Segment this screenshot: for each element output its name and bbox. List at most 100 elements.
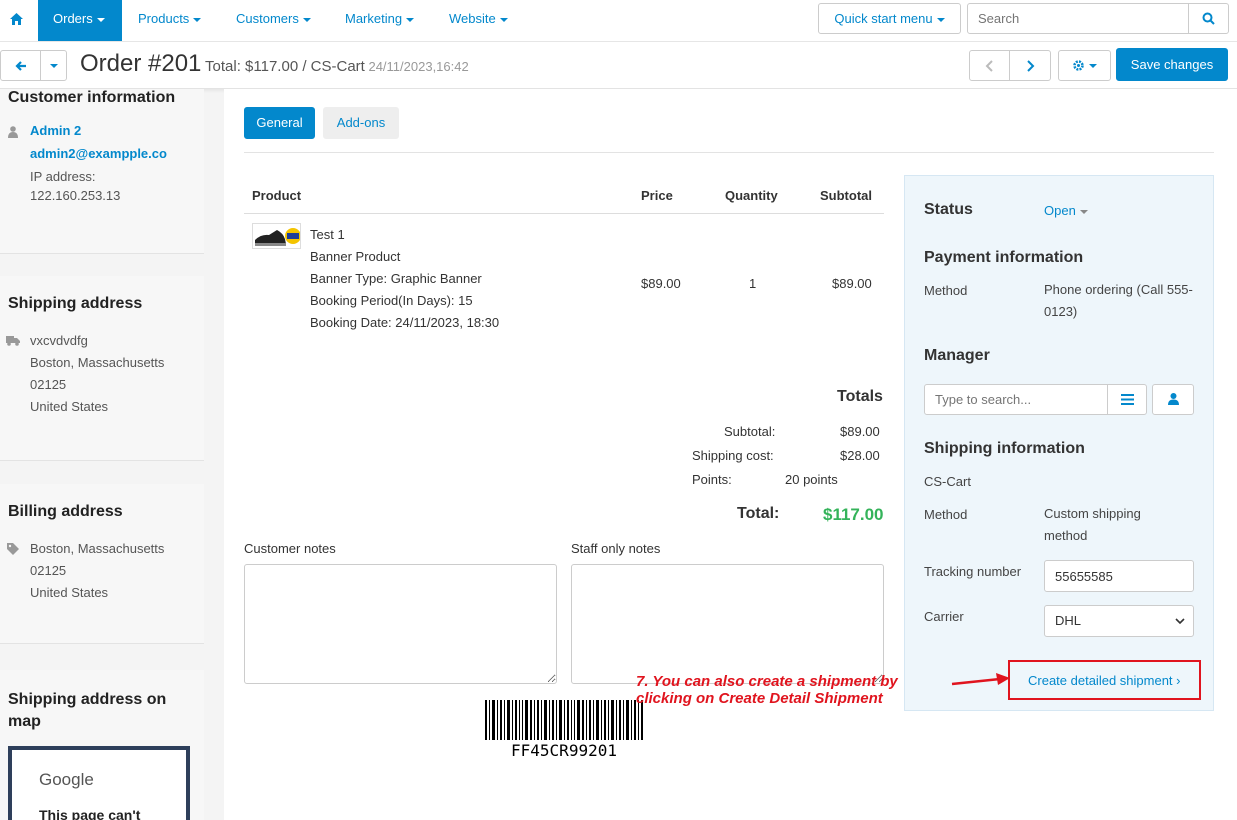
product-subtotal: $89.00 (832, 276, 872, 291)
search-button[interactable] (1188, 3, 1229, 34)
google-logo-text: Google (39, 770, 94, 789)
user-icon (8, 126, 18, 138)
manager-title: Manager (924, 347, 990, 364)
product-price: $89.00 (641, 276, 681, 291)
tracking-number-label: Tracking number (924, 564, 1022, 579)
customer-info-title: Customer information (8, 89, 176, 106)
barcode-icon (485, 700, 643, 740)
product-detail-2: Banner Type: Graphic Banner (310, 271, 482, 286)
search-input[interactable] (967, 3, 1189, 34)
nav-marketing[interactable]: Marketing (345, 0, 415, 41)
product-detail-3: Booking Period(In Days): 15 (310, 293, 473, 308)
nav-customers-label: Customers (236, 11, 299, 26)
map-frame[interactable]: Google This page can't (8, 746, 190, 820)
th-subtotal: Subtotal (820, 188, 872, 203)
points-label: Points: (692, 472, 732, 487)
list-icon (1120, 394, 1134, 405)
shipping-company: CS-Cart (924, 474, 971, 489)
nav-products-label: Products (138, 11, 190, 26)
billing-line1: Boston, Massachusetts (30, 541, 165, 556)
table-header-divider (244, 213, 884, 214)
save-changes-label: Save changes (1130, 57, 1214, 72)
tag-icon (7, 543, 19, 555)
settings-button[interactable] (1058, 50, 1111, 81)
nav-products[interactable]: Products (138, 0, 202, 41)
shoe-image-icon (253, 224, 300, 248)
carrier-select[interactable]: DHL (1044, 605, 1194, 637)
staff-notes-textarea[interactable] (571, 564, 884, 684)
arrow-left-icon (14, 61, 26, 71)
manager-list-button[interactable] (1107, 384, 1147, 415)
status-dropdown[interactable]: Open (1044, 203, 1088, 218)
total-label: Total: (737, 505, 780, 522)
customer-info-card: Customer information Admin 2 admin2@exam… (0, 89, 204, 254)
tab-addons[interactable]: Add-ons (323, 107, 399, 139)
th-quantity: Quantity (725, 188, 778, 203)
customer-notes-textarea[interactable] (244, 564, 557, 684)
staff-notes-label: Staff only notes (571, 541, 661, 556)
truck-icon (6, 336, 20, 346)
create-detailed-shipment-link[interactable]: Create detailed shipment › (1028, 673, 1181, 688)
points-value: 20 points (785, 472, 838, 487)
customer-name-link[interactable]: Admin 2 (30, 120, 81, 142)
home-button[interactable] (0, 0, 33, 41)
shipping-address-title: Shipping address (8, 295, 143, 312)
shipping-method-value: Custom shipping method (1044, 506, 1141, 543)
nav-orders-label: Orders (53, 11, 93, 26)
th-product: Product (252, 188, 302, 203)
shipping-line4: United States (30, 399, 109, 414)
caret-down-icon (1089, 63, 1097, 68)
barcode-text: FF45CR99201 (511, 741, 617, 760)
page-title: Order #201 Total: $117.00 / CS-Cart 24/1… (80, 50, 469, 78)
customer-email-link[interactable]: admin2@exampple.co (30, 143, 167, 165)
tab-addons-label: Add-ons (336, 115, 386, 130)
product-name: Test 1 (310, 227, 345, 242)
nav-website[interactable]: Website (449, 0, 508, 41)
carrier-label: Carrier (924, 609, 964, 624)
shipping-line2: Boston, Massachusetts (30, 355, 165, 370)
top-navigation: Orders Products Customers Marketing Webs… (0, 0, 1237, 42)
create-shipment-label: Create detailed shipment (1028, 673, 1173, 688)
back-button[interactable] (0, 50, 41, 81)
map-title: Shipping address on map (8, 691, 167, 730)
chevron-down-icon (1175, 618, 1185, 625)
billing-address-card: Billing address Boston, Massachusetts 02… (0, 484, 204, 644)
th-price: Price (641, 188, 673, 203)
chevron-right-icon (1027, 60, 1035, 72)
manager-search-input[interactable] (924, 384, 1108, 415)
tab-general[interactable]: General (244, 107, 315, 139)
total-value: $117.00 (823, 505, 884, 524)
nav-marketing-label: Marketing (345, 11, 403, 26)
shipping-address-card: Shipping address vxcvdvdfg Boston, Massa… (0, 276, 204, 461)
save-changes-button[interactable]: Save changes (1116, 48, 1228, 81)
caret-down-icon (1079, 209, 1088, 214)
nav-orders[interactable]: Orders (38, 0, 122, 41)
nav-website-label: Website (449, 11, 496, 26)
caret-down-icon (936, 17, 945, 22)
totals-title: Totals (837, 388, 883, 405)
chevron-right-icon: › (1176, 673, 1181, 688)
prev-order-button[interactable] (969, 50, 1010, 81)
manager-user-button[interactable] (1152, 384, 1194, 415)
product-thumbnail[interactable] (252, 223, 301, 249)
search-icon (1202, 12, 1215, 25)
product-quantity: 1 (749, 276, 757, 291)
billing-address-title: Billing address (8, 503, 123, 520)
caret-down-icon (302, 17, 311, 22)
carrier-value: DHL (1055, 613, 1082, 628)
status-title: Status (924, 201, 973, 218)
caret-down-icon (49, 63, 58, 68)
shipping-method-label: Method (924, 507, 968, 522)
tracking-number-input[interactable] (1044, 560, 1194, 592)
nav-customers[interactable]: Customers (236, 0, 311, 41)
payment-info-title: Payment information (924, 249, 1084, 266)
payment-method-value: Phone ordering (Call 555-0123) (1044, 282, 1193, 319)
tabs-divider (244, 152, 1214, 153)
quick-start-menu-button[interactable]: Quick start menu (818, 3, 961, 34)
chevron-left-icon (985, 60, 993, 72)
back-dropdown-button[interactable] (40, 50, 67, 81)
order-date: 24/11/2023,16:42 (368, 59, 469, 74)
map-card: Shipping address on map Google This page… (0, 670, 204, 820)
next-order-button[interactable] (1009, 50, 1051, 81)
caret-down-icon (96, 17, 105, 22)
